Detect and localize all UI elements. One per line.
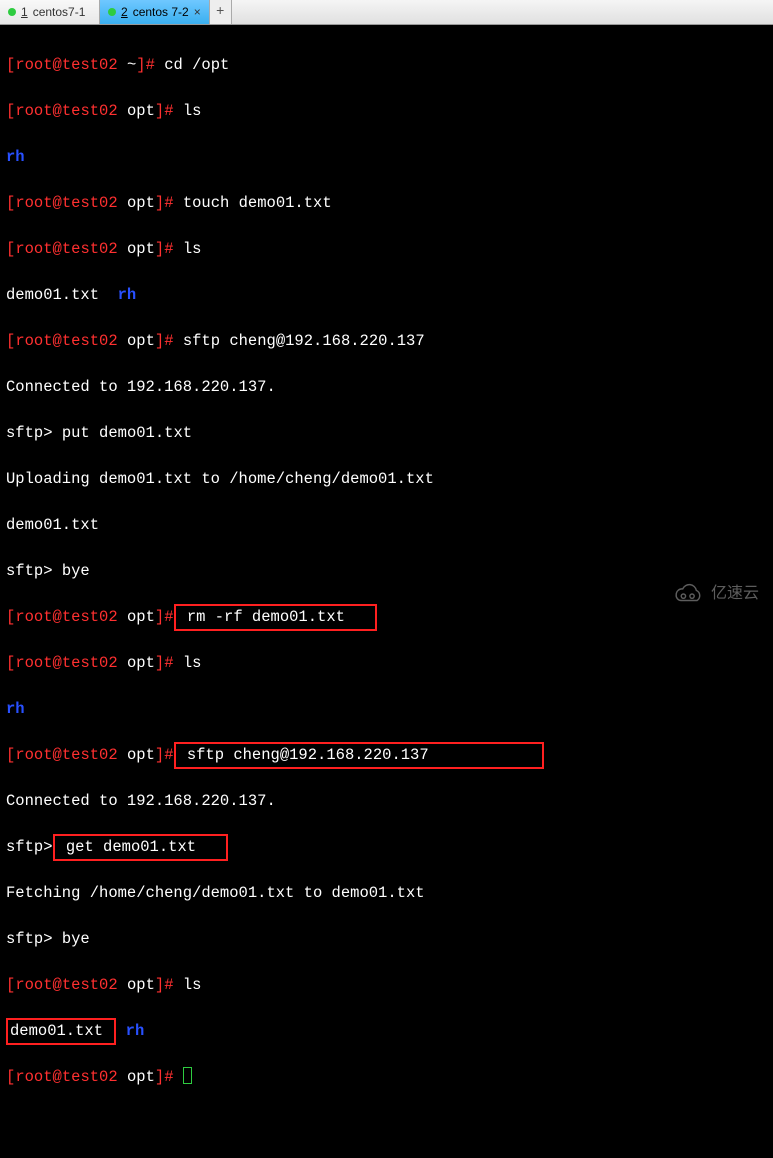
highlight-box: demo01.txt bbox=[6, 1018, 116, 1045]
prompt-line: [root@test02 opt]# sftp cheng@192.168.22… bbox=[6, 744, 767, 767]
output-line: demo01.txt rh bbox=[6, 284, 767, 307]
tab-num: 2 bbox=[121, 5, 128, 19]
tab-bar: 1 centos7-1 2 centos 7-2 × + bbox=[0, 0, 773, 25]
watermark-text: 亿速云 bbox=[711, 582, 759, 605]
output-line: rh bbox=[6, 698, 767, 721]
output-line: Connected to 192.168.220.137. bbox=[6, 790, 767, 813]
output-line: Uploading demo01.txt to /home/cheng/demo… bbox=[6, 468, 767, 491]
watermark: 亿速云 bbox=[669, 582, 759, 605]
tab-num: 1 bbox=[21, 5, 28, 19]
sftp-line: sftp> bye bbox=[6, 928, 767, 951]
close-icon[interactable]: × bbox=[194, 5, 201, 19]
tab-label: centos7-1 bbox=[33, 5, 86, 19]
add-tab-button[interactable]: + bbox=[210, 0, 232, 24]
tab-centos7-1[interactable]: 1 centos7-1 bbox=[0, 0, 100, 24]
output-line: Fetching /home/cheng/demo01.txt to demo0… bbox=[6, 882, 767, 905]
prompt-line: [root@test02 opt]# sftp cheng@192.168.22… bbox=[6, 330, 767, 353]
prompt-line: [root@test02 opt]# rm -rf demo01.txt bbox=[6, 606, 767, 629]
prompt-line: [root@test02 opt]# bbox=[6, 1066, 767, 1089]
highlight-box: sftp cheng@192.168.220.137 bbox=[174, 742, 545, 769]
cursor-icon bbox=[183, 1067, 192, 1084]
terminal-pane[interactable]: [root@test02 ~]# cd /opt [root@test02 op… bbox=[0, 25, 773, 617]
tab-label: centos 7-2 bbox=[133, 5, 189, 19]
prompt-line: [root@test02 opt]# ls bbox=[6, 238, 767, 261]
highlight-box: get demo01.txt bbox=[53, 834, 228, 861]
output-line: demo01.txt bbox=[6, 514, 767, 537]
output-line: Connected to 192.168.220.137. bbox=[6, 376, 767, 399]
status-dot-icon bbox=[108, 8, 116, 16]
sftp-line: sftp> put demo01.txt bbox=[6, 422, 767, 445]
prompt-line: [root@test02 opt]# ls bbox=[6, 100, 767, 123]
output-line: rh bbox=[6, 146, 767, 169]
prompt-line: [root@test02 opt]# touch demo01.txt bbox=[6, 192, 767, 215]
sftp-line: sftp> bye bbox=[6, 560, 767, 583]
sftp-line: sftp> get demo01.txt bbox=[6, 836, 767, 859]
prompt-line: [root@test02 opt]# ls bbox=[6, 974, 767, 997]
tab-centos7-2[interactable]: 2 centos 7-2 × bbox=[100, 0, 210, 24]
output-line: demo01.txt rh bbox=[6, 1020, 767, 1043]
status-dot-icon bbox=[8, 8, 16, 16]
prompt-line: [root@test02 opt]# ls bbox=[6, 652, 767, 675]
highlight-box: rm -rf demo01.txt bbox=[174, 604, 377, 631]
cloud-icon bbox=[669, 583, 705, 605]
prompt-line: [root@test02 ~]# cd /opt bbox=[6, 54, 767, 77]
